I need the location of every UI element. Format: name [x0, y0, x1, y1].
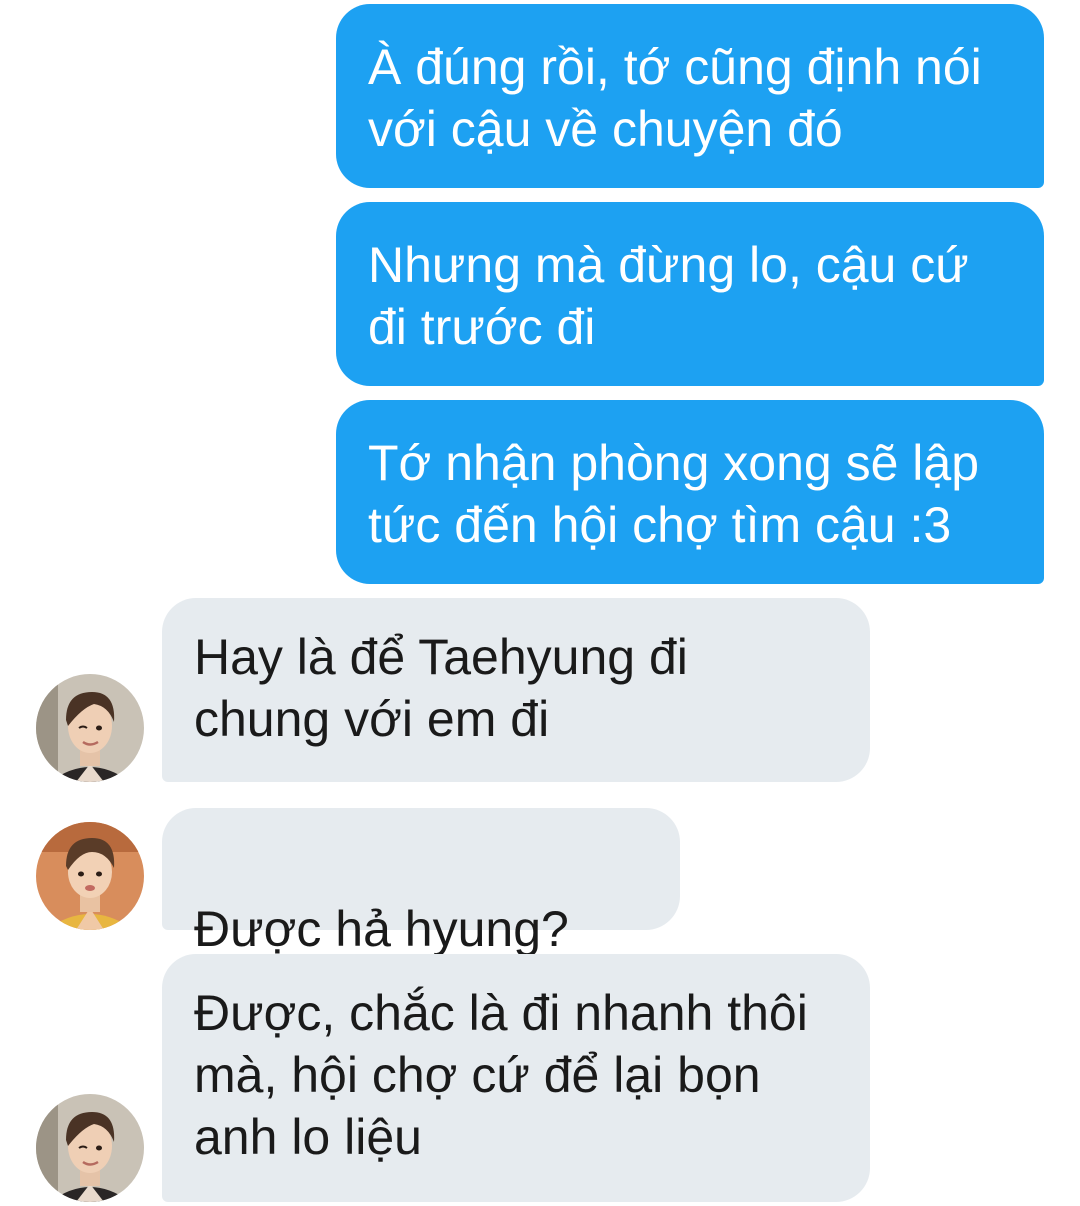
chat-thread: À đúng rồi, tớ cũng định nói với cậu về …	[0, 0, 1080, 1206]
avatar-winking-man[interactable]	[36, 674, 144, 782]
avatar-image	[36, 674, 144, 782]
outgoing-message-bubble[interactable]: Tớ nhận phòng xong sẽ lập tức đến hội ch…	[336, 400, 1044, 584]
outgoing-message-bubble[interactable]: Nhưng mà đừng lo, cậu cứ đi trước đi	[336, 202, 1044, 386]
avatar-man-gold-shirt[interactable]	[36, 822, 144, 930]
incoming-message-bubble[interactable]: Được, chắc là đi nhanh thôi mà, hội chợ …	[162, 954, 870, 1202]
incoming-message-bubble[interactable]: Được hả hyung?	[162, 808, 680, 1080]
avatar-image	[36, 822, 144, 930]
avatar-image	[36, 1094, 144, 1202]
message-text: Được hả hyung?	[194, 901, 569, 957]
avatar-winking-man[interactable]	[36, 1094, 144, 1202]
incoming-message-bubble[interactable]: Hay là để Taehyung đi chung với em đi	[162, 598, 870, 782]
outgoing-message-bubble[interactable]: À đúng rồi, tớ cũng định nói với cậu về …	[336, 4, 1044, 188]
